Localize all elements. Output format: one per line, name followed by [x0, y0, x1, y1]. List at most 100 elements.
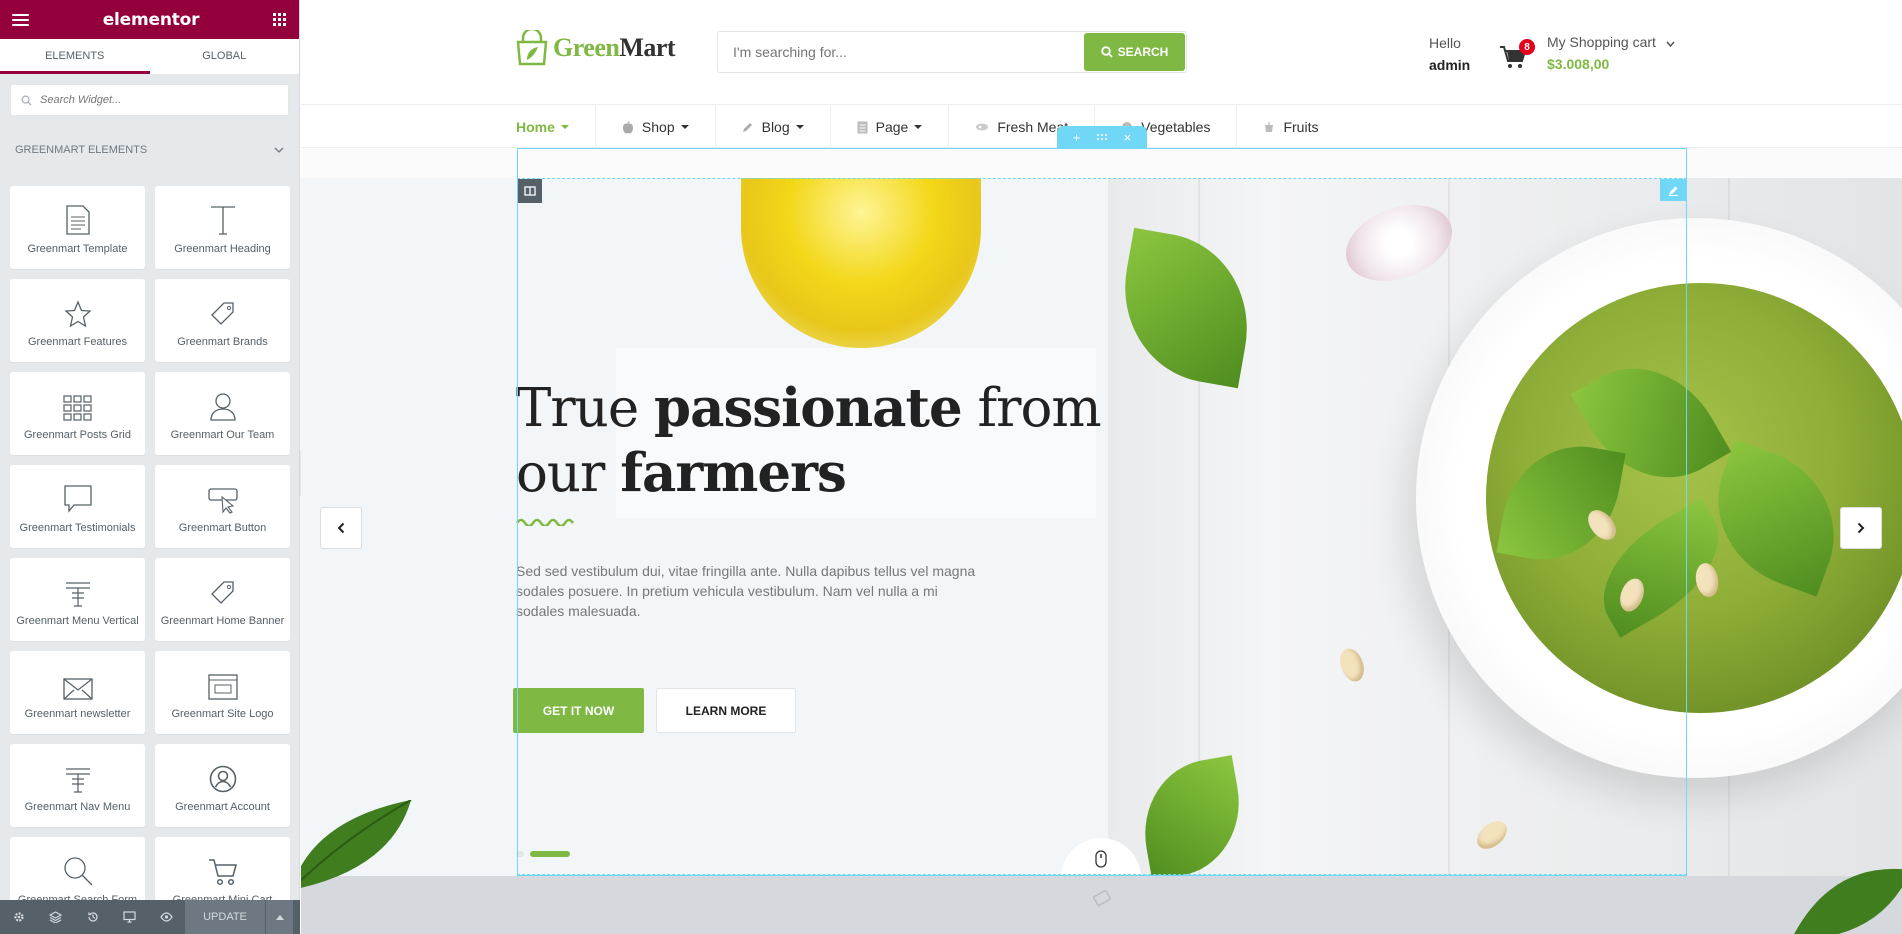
slider-prev-button[interactable] [320, 507, 362, 549]
slider-dot-active[interactable] [530, 851, 570, 857]
cart-total: $3.008,00 [1547, 56, 1610, 72]
nav-items: Home Shop Blog Page Fresh Meat Vegetable… [516, 105, 1344, 150]
widget-label: Greenmart Features [27, 336, 128, 348]
widget-label: Greenmart Brands [177, 336, 268, 348]
widget-greenmart-button[interactable]: Greenmart Button [155, 465, 290, 548]
desktop-icon [123, 911, 136, 923]
widget-label: Greenmart newsletter [24, 708, 131, 720]
widget-label: Greenmart Site Logo [171, 708, 274, 720]
section-handle[interactable]: + × [1057, 126, 1147, 148]
category-greenmart-elements[interactable]: GREENMART ELEMENTS [0, 144, 299, 156]
preview-button[interactable] [148, 900, 185, 934]
widget-greenmart-newsletter[interactable]: Greenmart newsletter [10, 651, 145, 734]
shopping-bag-logo-icon [516, 30, 548, 66]
site-logo-icon [207, 674, 238, 700]
star-icon [63, 300, 92, 328]
nav-label: Fruits [1283, 119, 1319, 135]
logo-dark-part: Mart [619, 33, 676, 62]
nav-item-page[interactable]: Page [829, 105, 949, 149]
cart-label-text: My Shopping cart [1547, 34, 1656, 50]
widget-greenmart-features[interactable]: Greenmart Features [10, 279, 145, 362]
site-logo-text: GreenMart [553, 33, 676, 63]
widget-greenmart-brands[interactable]: Greenmart Brands [155, 279, 290, 362]
widget-label: Greenmart Menu Vertical [16, 615, 139, 627]
add-section-icon[interactable]: + [1073, 130, 1081, 145]
save-options-button[interactable] [265, 900, 293, 934]
caret-up-icon [275, 914, 284, 920]
nav-item-home[interactable]: Home [516, 105, 595, 150]
nav-item-blog[interactable]: Blog [714, 105, 830, 149]
eye-icon [160, 912, 173, 922]
tab-elements[interactable]: ELEMENTS [0, 39, 150, 74]
widget-greenmart-home-banner[interactable]: Greenmart Home Banner [155, 558, 290, 641]
slider-pagination [516, 851, 576, 857]
widget-greenmart-menu-vertical[interactable]: Greenmart Menu Vertical [10, 558, 145, 641]
widget-greenmart-account[interactable]: Greenmart Account [155, 744, 290, 827]
username-text: admin [1429, 57, 1471, 73]
oil-jar-image [741, 178, 981, 348]
update-button[interactable]: UPDATE [185, 900, 265, 934]
search-icon [63, 857, 92, 886]
widget-greenmart-heading[interactable]: Greenmart Heading [155, 186, 290, 269]
widget-greenmart-template[interactable]: Greenmart Template [10, 186, 145, 269]
nav-label: Blog [761, 119, 790, 135]
widget-greenmart-nav-menu[interactable]: Greenmart Nav Menu [10, 744, 145, 827]
posts-grid-icon [62, 395, 92, 421]
settings-gear-button[interactable] [0, 900, 37, 934]
nav-label: Vegetables [1141, 119, 1211, 135]
caret-down-icon [795, 125, 804, 129]
chevron-down-icon [1666, 41, 1675, 48]
widget-label: Greenmart Button [178, 522, 267, 534]
nav-item-fruits[interactable]: Fruits [1236, 105, 1344, 149]
user-circle-icon [209, 765, 236, 793]
hero-description: Sed sed vestibulum dui, vitae fringilla … [516, 563, 976, 619]
close-icon[interactable]: × [1124, 130, 1132, 145]
slider-next-button[interactable] [1840, 507, 1882, 549]
widget-greenmart-our-team[interactable]: Greenmart Our Team [155, 372, 290, 455]
envelope-icon [62, 678, 93, 700]
template-icon [65, 205, 90, 235]
caret-down-icon [914, 125, 923, 129]
slider-dot[interactable] [516, 851, 524, 857]
column-icon [524, 186, 536, 196]
cart-summary[interactable]: My Shopping cart $3.008,00 [1547, 31, 1675, 75]
nav-label: Page [875, 119, 909, 135]
hamburger-menu-icon[interactable] [12, 13, 29, 26]
search-button[interactable]: SEARCH [1084, 33, 1185, 71]
caret-down-icon [560, 125, 569, 129]
history-button[interactable] [74, 900, 111, 934]
button-icon [207, 488, 238, 514]
widget-search-input[interactable] [40, 94, 260, 106]
learn-more-button[interactable]: LEARN MORE [656, 688, 796, 733]
nav-item-shop[interactable]: Shop [594, 105, 715, 149]
widget-label: Greenmart Home Banner [160, 615, 285, 627]
widget-label: Greenmart Template [27, 243, 128, 255]
responsive-mode-button[interactable] [111, 900, 148, 934]
widget-label: Greenmart Heading [174, 243, 271, 255]
site-logo[interactable]: GreenMart [516, 30, 676, 66]
page-icon [857, 121, 868, 133]
team-member-icon [209, 393, 236, 421]
edit-widget-button[interactable] [1660, 179, 1686, 201]
site-search-input[interactable] [733, 44, 1084, 60]
add-section-icon[interactable] [1091, 887, 1113, 909]
layers-icon [49, 911, 62, 923]
widget-greenmart-testimonials[interactable]: Greenmart Testimonials [10, 465, 145, 548]
navigator-button[interactable] [37, 900, 74, 934]
chevron-left-icon [337, 522, 345, 534]
pencil-icon [1668, 186, 1678, 196]
get-it-now-button[interactable]: GET IT NOW [513, 688, 644, 733]
widget-greenmart-site-logo[interactable]: Greenmart Site Logo [155, 651, 290, 734]
history-icon [87, 912, 98, 922]
site-header: GreenMart SEARCH Hello admin 8 My Shoppi… [301, 0, 1902, 104]
greeting-text: Hello [1429, 35, 1461, 51]
widgets-grid-icon[interactable] [273, 12, 287, 27]
tab-global[interactable]: GLOBAL [150, 39, 300, 74]
panel-header: elementor [0, 0, 299, 39]
drag-handle-icon[interactable] [1096, 133, 1108, 141]
column-handle[interactable] [518, 179, 542, 203]
user-account[interactable]: Hello admin [1429, 32, 1470, 76]
chevron-down-icon [274, 147, 284, 153]
search-button-label: SEARCH [1117, 45, 1169, 59]
widget-greenmart-posts-grid[interactable]: Greenmart Posts Grid [10, 372, 145, 455]
